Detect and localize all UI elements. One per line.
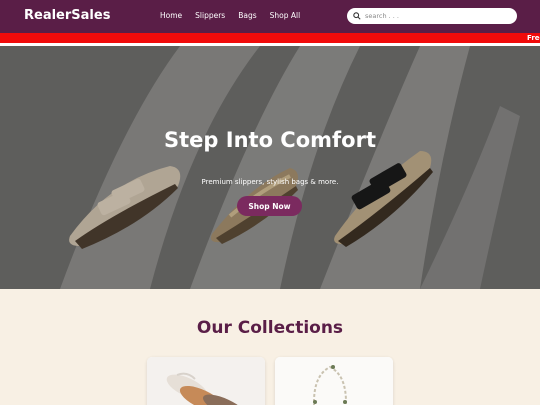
- search-input[interactable]: [365, 12, 505, 20]
- hero-image: [0, 46, 540, 289]
- hero-title: Step Into Comfort: [164, 128, 376, 152]
- collection-image-slippers: [147, 357, 265, 405]
- main-nav: Home Slippers Bags Shop All: [160, 11, 313, 20]
- shop-now-button[interactable]: Shop Now: [237, 196, 302, 216]
- collection-card-bags[interactable]: [275, 357, 393, 405]
- nav-link-shop-all[interactable]: Shop All: [270, 11, 301, 20]
- site-header: RealerSales Home Slippers Bags Shop All: [0, 0, 540, 33]
- search-box[interactable]: [347, 8, 517, 24]
- nav-link-home[interactable]: Home: [160, 11, 182, 20]
- collection-image-bags: [275, 357, 393, 405]
- search-icon: [353, 12, 361, 20]
- collection-card-slippers[interactable]: [147, 357, 265, 405]
- hero-banner: Step Into Comfort Premium slippers, styl…: [0, 46, 540, 289]
- nav-link-slippers[interactable]: Slippers: [195, 11, 225, 20]
- hero-subtitle: Premium slippers, stylish bags & more.: [201, 178, 339, 186]
- collections-title: Our Collections: [196, 318, 344, 338]
- promo-ticker: Free: [0, 33, 540, 43]
- nav-link-bags[interactable]: Bags: [238, 11, 256, 20]
- site-logo[interactable]: RealerSales: [24, 8, 110, 23]
- ticker-text: Free: [527, 34, 540, 42]
